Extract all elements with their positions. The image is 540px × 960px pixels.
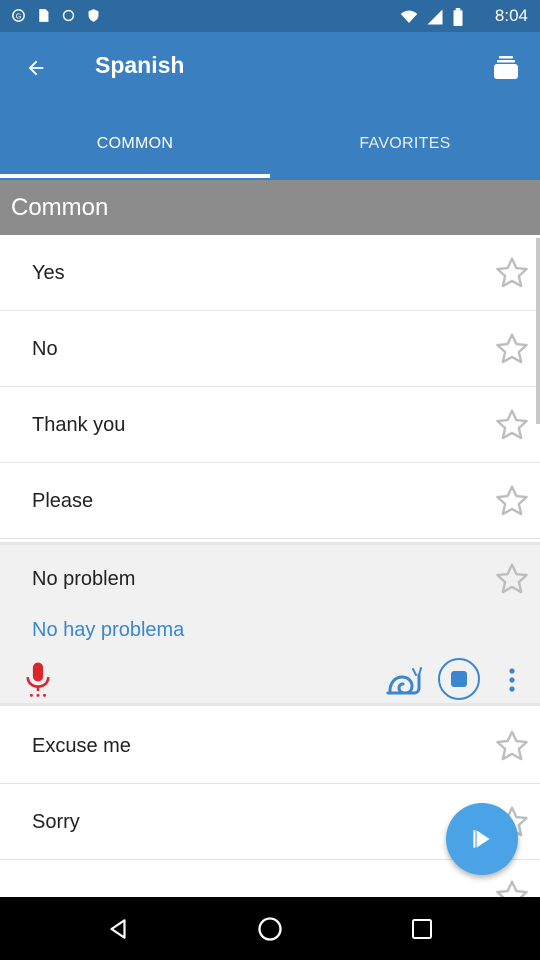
expanded-list-item[interactable]: No problem No hay problema (0, 542, 540, 706)
tab-indicator (0, 174, 270, 178)
star-outline-icon[interactable] (494, 255, 530, 291)
nav-home-icon (258, 917, 282, 941)
phrase-text: Please (32, 490, 94, 512)
star-outline-icon[interactable] (494, 407, 530, 443)
play-icon (473, 830, 490, 848)
star-outline-icon[interactable] (494, 728, 530, 764)
phrase-text: Yes (32, 262, 65, 284)
stop-icon (451, 671, 467, 687)
star-outline-icon[interactable] (494, 483, 530, 519)
status-time: 8:04 (494, 6, 528, 25)
signal-icon (427, 9, 443, 25)
system-icons (400, 8, 464, 26)
tab-favorites[interactable]: FAVORITES (270, 110, 540, 178)
microphone-icon[interactable] (20, 661, 56, 699)
more-vert-icon[interactable] (500, 661, 524, 699)
app-bar: Spanish COMMON FAVORITES (0, 32, 540, 180)
nav-home-button[interactable] (240, 905, 300, 953)
nav-back-icon (110, 919, 126, 939)
nav-back-button[interactable] (88, 905, 148, 953)
play-all-button[interactable] (446, 803, 518, 875)
notification-icon: G (12, 9, 25, 22)
flashcards-button[interactable] (482, 44, 530, 92)
phrase-text: I don't know (32, 868, 138, 897)
scrollbar-thumb[interactable] (536, 238, 540, 424)
wifi-icon (400, 10, 418, 23)
back-button[interactable] (12, 44, 60, 92)
list-item[interactable]: Excuse me (0, 708, 540, 784)
phrase-text: No problem (32, 568, 136, 590)
list-item[interactable]: Yes (0, 235, 540, 311)
star-outline-icon[interactable] (494, 561, 530, 597)
svg-text:G: G (16, 12, 22, 20)
shield-icon (88, 9, 99, 22)
status-bar: G 8:04 (0, 0, 540, 32)
list-item[interactable]: No (0, 311, 540, 387)
notification-icons: G (10, 7, 102, 24)
sd-card-icon (39, 9, 49, 22)
section-header: Common (0, 180, 540, 235)
translation-text: No hay problema (32, 619, 185, 641)
flashcards-icon (494, 56, 518, 79)
page-title: Spanish (95, 52, 185, 78)
system-nav-bar (0, 897, 540, 960)
phrase-text: Sorry (32, 811, 80, 833)
nav-recents-button[interactable] (392, 905, 452, 953)
star-outline-icon[interactable] (494, 878, 530, 897)
arrow-back-icon (28, 60, 44, 76)
list-item[interactable]: Please (0, 463, 540, 539)
list-item[interactable]: Thank you (0, 387, 540, 463)
stop-button[interactable] (438, 658, 480, 700)
nav-recents-icon (412, 919, 432, 939)
phrase-text: Thank you (32, 414, 126, 436)
battery-icon (453, 8, 463, 26)
snail-icon[interactable] (386, 663, 422, 697)
star-outline-icon[interactable] (494, 331, 530, 367)
phrase-text: Excuse me (32, 735, 131, 757)
tab-common[interactable]: COMMON (0, 110, 270, 178)
sync-icon (62, 9, 75, 22)
phrase-text: No (32, 338, 58, 360)
